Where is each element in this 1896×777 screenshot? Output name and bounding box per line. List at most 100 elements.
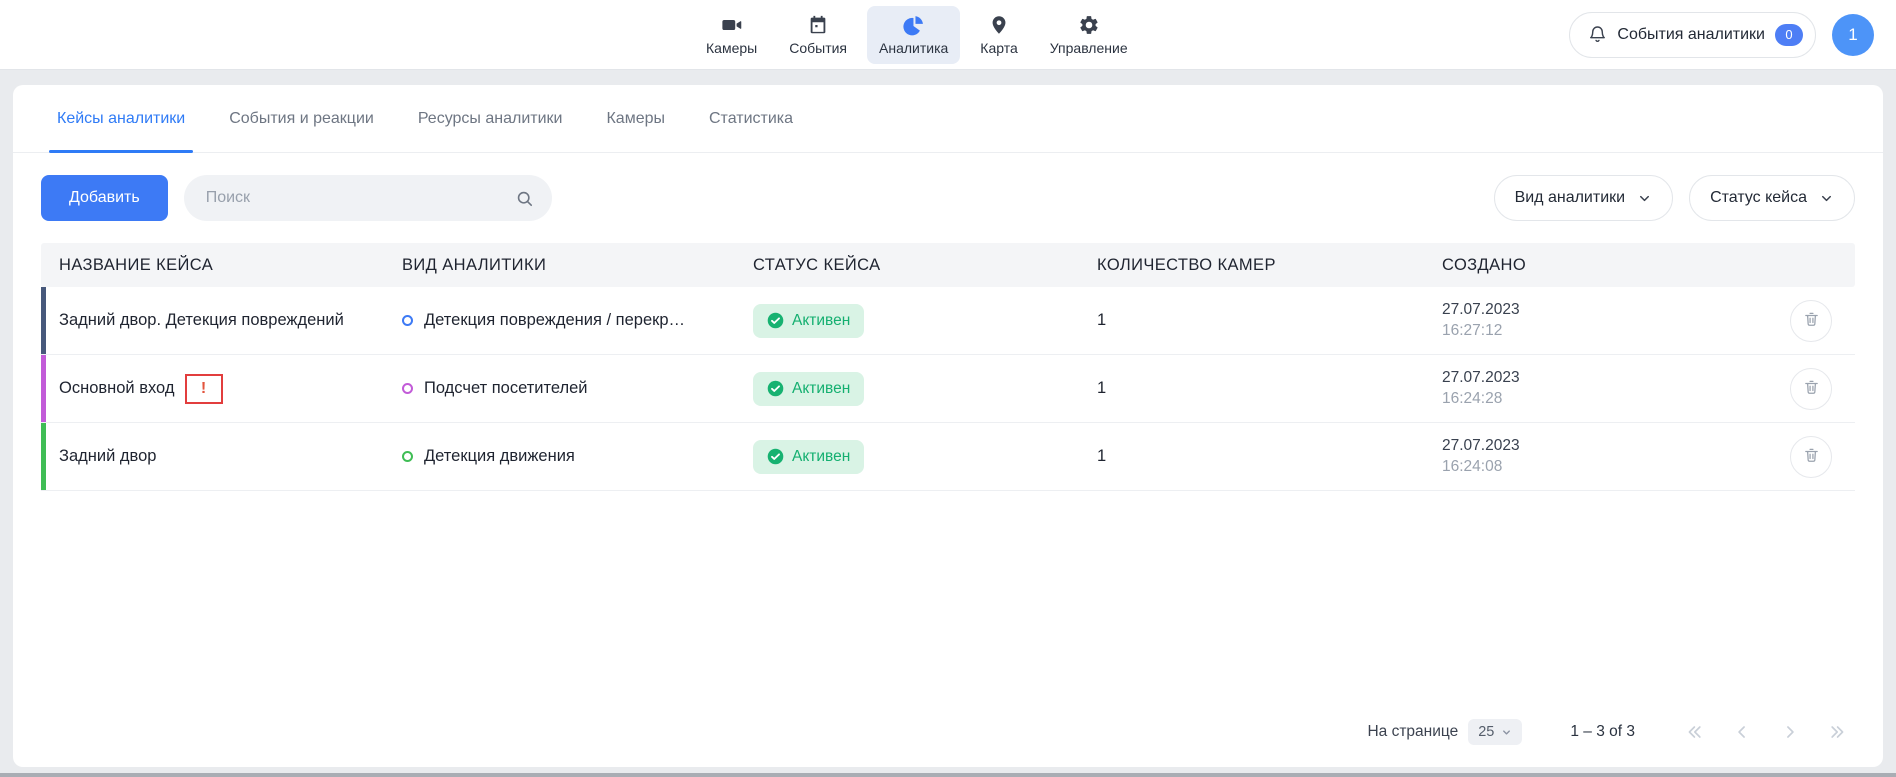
analytics-type-icon — [402, 315, 413, 326]
check-circle-icon — [767, 312, 784, 329]
tab-analytics-resources[interactable]: Ресурсы аналитики — [418, 85, 563, 152]
chevron-down-icon — [1637, 191, 1652, 206]
case-status-filter[interactable]: Статус кейса — [1689, 175, 1855, 221]
created-at: 27.07.2023 16:24:08 — [1442, 437, 1767, 476]
search-input[interactable] — [206, 189, 505, 207]
analytics-type-icon — [402, 451, 413, 462]
created-time: 16:24:08 — [1442, 458, 1767, 476]
created-date: 27.07.2023 — [1442, 301, 1767, 319]
gear-icon — [1078, 14, 1100, 36]
status-badge: Активен — [753, 440, 864, 474]
per-page-value: 25 — [1478, 724, 1494, 740]
main-nav: Камеры События Аналитика Карта Управлени… — [694, 6, 1140, 64]
events-count-badge: 0 — [1775, 24, 1803, 46]
previous-page-button[interactable] — [1731, 721, 1753, 743]
nav-label: Камеры — [706, 40, 757, 56]
created-date: 27.07.2023 — [1442, 369, 1767, 387]
trash-icon — [1803, 446, 1820, 467]
pager-controls — [1683, 721, 1849, 743]
case-name: Основной вход — [59, 379, 175, 398]
tab-analytics-cases[interactable]: Кейсы аналитики — [57, 85, 185, 152]
nav-label: Карта — [980, 40, 1017, 56]
analytics-cases-page: Кейсы аналитики События и реакции Ресурс… — [13, 85, 1883, 767]
empty-area — [13, 491, 1883, 719]
next-page-button[interactable] — [1779, 721, 1801, 743]
delete-case-button[interactable] — [1790, 436, 1832, 478]
row-accent-bar — [41, 355, 46, 422]
created-time: 16:24:28 — [1442, 390, 1767, 408]
row-accent-bar — [41, 423, 46, 490]
nav-label: Аналитика — [879, 40, 948, 56]
search-icon — [515, 189, 534, 208]
analytics-type-label: Детекция движения — [424, 447, 575, 466]
first-page-button[interactable] — [1683, 721, 1705, 743]
camera-icon — [721, 14, 743, 36]
check-circle-icon — [767, 380, 784, 397]
table-row[interactable]: Основной вход ! Подсчет посетителей Акти… — [41, 355, 1855, 423]
table-row[interactable]: Задний двор Детекция движения Активен 1 … — [41, 423, 1855, 491]
events-button-label: События аналитики — [1617, 26, 1765, 44]
nav-item-events[interactable]: События — [777, 6, 859, 64]
last-page-button[interactable] — [1827, 721, 1849, 743]
analytics-type-icon — [402, 383, 413, 394]
status-label: Активен — [792, 448, 850, 466]
analytics-type-label: Детекция повреждения / перекр… — [424, 311, 685, 330]
per-page-control: На странице 25 — [1367, 719, 1522, 745]
filter-label: Вид аналитики — [1515, 189, 1626, 207]
nav-item-analytics[interactable]: Аналитика — [867, 6, 960, 64]
chevron-down-icon — [1501, 727, 1512, 738]
tab-cameras[interactable]: Камеры — [606, 85, 665, 152]
row-accent-bar — [41, 287, 46, 354]
camera-count: 1 — [1097, 379, 1442, 398]
column-header-name: НАЗВАНИЕ КЕЙСА — [41, 256, 402, 275]
column-header-cameras: КОЛИЧЕСТВО КАМЕР — [1097, 256, 1442, 275]
cases-table: НАЗВАНИЕ КЕЙСА ВИД АНАЛИТИКИ СТАТУС КЕЙС… — [41, 243, 1855, 491]
add-case-button[interactable]: Добавить — [41, 175, 168, 221]
table-header-row: НАЗВАНИЕ КЕЙСА ВИД АНАЛИТИКИ СТАТУС КЕЙС… — [41, 243, 1855, 287]
analytics-type-filter[interactable]: Вид аналитики — [1494, 175, 1674, 221]
trash-icon — [1803, 378, 1820, 399]
nav-label: Управление — [1050, 40, 1128, 56]
delete-case-button[interactable] — [1790, 300, 1832, 342]
filter-label: Статус кейса — [1710, 189, 1807, 207]
analytics-events-button[interactable]: События аналитики 0 — [1569, 12, 1816, 58]
delete-case-button[interactable] — [1790, 368, 1832, 410]
analytics-type-label: Подсчет посетителей — [424, 379, 588, 398]
chevron-down-icon — [1819, 191, 1834, 206]
toolbar: Добавить Вид аналитики Статус кейса — [13, 153, 1883, 237]
tab-events-reactions[interactable]: События и реакции — [229, 85, 374, 152]
camera-count: 1 — [1097, 311, 1442, 330]
case-name: Задний двор — [59, 447, 156, 466]
per-page-label: На странице — [1367, 723, 1458, 741]
status-badge: Активен — [753, 304, 864, 338]
pagination: На странице 25 1 – 3 of 3 — [13, 719, 1883, 767]
map-pin-icon — [988, 14, 1010, 36]
page-range: 1 – 3 of 3 — [1570, 723, 1635, 741]
column-header-created: СОЗДАНО — [1442, 256, 1767, 275]
tab-statistics[interactable]: Статистика — [709, 85, 793, 152]
created-date: 27.07.2023 — [1442, 437, 1767, 455]
column-header-status: СТАТУС КЕЙСА — [753, 256, 1097, 275]
table-row[interactable]: Задний двор. Детекция повреждений Детекц… — [41, 287, 1855, 355]
avatar[interactable]: 1 — [1832, 14, 1874, 56]
top-bar: Камеры События Аналитика Карта Управлени… — [0, 0, 1896, 70]
created-at: 27.07.2023 16:24:28 — [1442, 369, 1767, 408]
status-badge: Активен — [753, 372, 864, 406]
per-page-select[interactable]: 25 — [1468, 719, 1522, 745]
events-calendar-icon — [807, 14, 829, 36]
analytics-pie-icon — [903, 14, 925, 36]
created-time: 16:27:12 — [1442, 322, 1767, 340]
status-label: Активен — [792, 312, 850, 330]
case-name: Задний двор. Детекция повреждений — [59, 311, 344, 330]
nav-item-management[interactable]: Управление — [1038, 6, 1140, 64]
warning-highlight-box: ! — [185, 374, 223, 404]
created-at: 27.07.2023 16:27:12 — [1442, 301, 1767, 340]
search-field[interactable] — [184, 175, 552, 221]
nav-item-cameras[interactable]: Камеры — [694, 6, 769, 64]
page-tabs: Кейсы аналитики События и реакции Ресурс… — [13, 85, 1883, 153]
nav-label: События — [789, 40, 847, 56]
nav-item-map[interactable]: Карта — [968, 6, 1029, 64]
column-header-type: ВИД АНАЛИТИКИ — [402, 256, 753, 275]
warning-icon: ! — [201, 380, 206, 398]
trash-icon — [1803, 310, 1820, 331]
